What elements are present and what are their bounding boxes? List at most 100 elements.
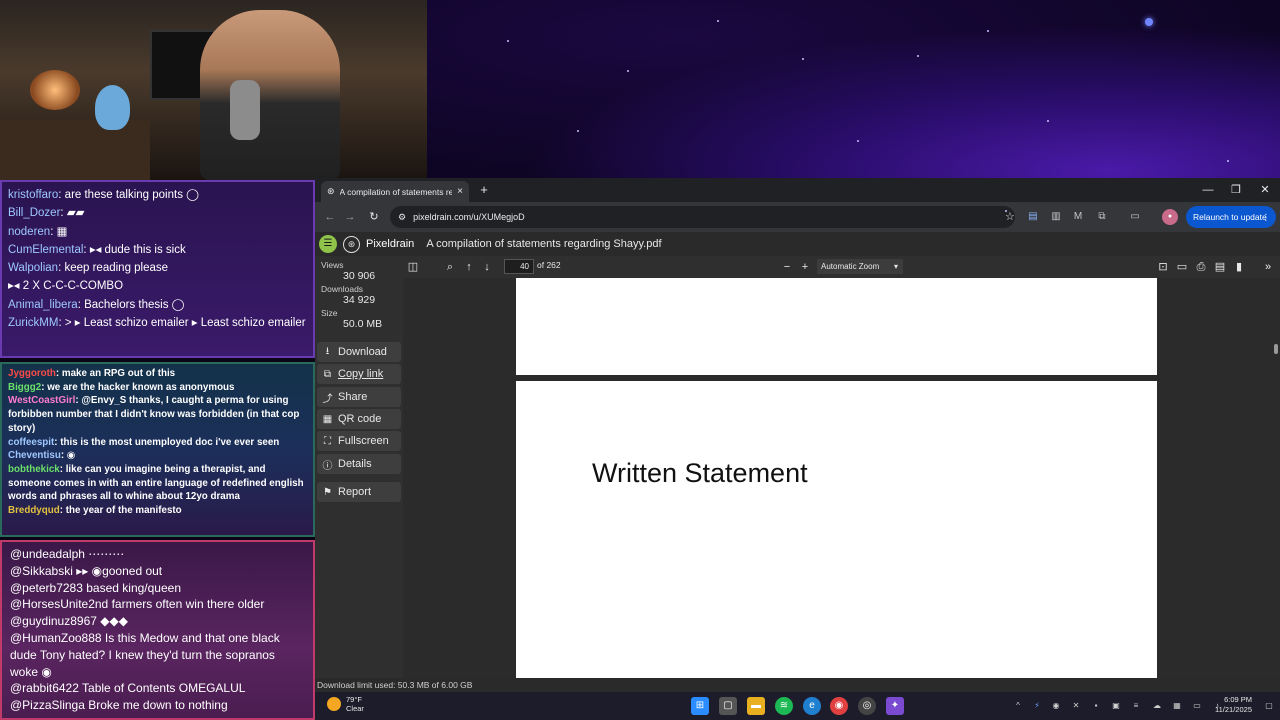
copy-link-button[interactable]: ⧉ Copy link: [317, 364, 401, 384]
weather-widget[interactable]: 79°F Clear: [327, 695, 364, 713]
open-file-icon[interactable]: ▭: [1174, 259, 1190, 275]
extension-trash-icon[interactable]: ▥: [1048, 209, 1064, 225]
report-button[interactable]: ⚑ Report: [317, 482, 401, 502]
scrollbar[interactable]: [1272, 278, 1280, 682]
pixeldrain-logo-icon[interactable]: ⊛: [343, 235, 360, 253]
profile-avatar[interactable]: ●: [1162, 209, 1178, 225]
tools-menu-icon[interactable]: »: [1260, 259, 1276, 275]
tray-app-icon[interactable]: ▣: [1110, 700, 1122, 712]
webcam-figurine: [95, 85, 130, 130]
tray-app-icon[interactable]: ☁: [1151, 700, 1163, 712]
zoom-select[interactable]: Automatic Zoom ▾: [817, 259, 903, 274]
weather-condition: Clear: [346, 704, 364, 713]
hamburger-menu-icon[interactable]: ☰: [319, 235, 337, 253]
details-button[interactable]: ⓘ Details: [317, 454, 401, 474]
flag-icon: ⚑: [323, 486, 332, 498]
media-control-icon[interactable]: ▭: [1127, 209, 1143, 225]
network-icon[interactable]: ▭: [1191, 700, 1203, 712]
tab-strip: ⊛ A compilation of statements re... × + …: [315, 178, 1280, 202]
size-label: Size: [321, 308, 338, 318]
maximize-icon[interactable]: ❐: [1222, 180, 1250, 200]
site-info-icon[interactable]: ⚙: [398, 212, 406, 223]
chat-panel-secondary: Jyggoroth: make an RPG out of this Biggg…: [0, 362, 315, 537]
pdf-heading: Written Statement: [592, 458, 808, 488]
webcam-streamer: [200, 10, 340, 180]
more-menu-icon[interactable]: ⋮: [1262, 212, 1271, 223]
forward-icon[interactable]: →: [341, 208, 359, 226]
fullscreen-button[interactable]: ⛶ Fullscreen: [317, 431, 401, 451]
chat-message: @rabbit6422 Table of Contents OMEGALUL: [10, 681, 246, 696]
chat-message: @Sikkabski ▸▸ ◉gooned out: [10, 563, 163, 578]
relaunch-button[interactable]: Relaunch to update ⋮: [1186, 206, 1276, 228]
page-number-input[interactable]: 40: [504, 259, 534, 274]
bookmark-icon[interactable]: ▮: [1231, 259, 1247, 275]
back-icon[interactable]: ←: [321, 208, 339, 226]
new-tab-icon[interactable]: +: [475, 181, 493, 199]
download-limit-bar: Download limit used: 50.3 MB of 6.00 GB: [315, 678, 1280, 692]
tray-app-icon[interactable]: ✕: [1070, 700, 1082, 712]
obs-icon[interactable]: ◎: [858, 697, 876, 715]
previous-page-icon[interactable]: ↑: [461, 259, 477, 275]
browser-tab[interactable]: ⊛ A compilation of statements re... ×: [321, 181, 469, 202]
clock[interactable]: 6:09 PM 11/21/2025: [1215, 695, 1252, 715]
close-tab-icon[interactable]: ×: [457, 186, 463, 197]
temperature: 79°F: [346, 695, 362, 704]
download-button[interactable]: ⭳ Download: [317, 342, 401, 362]
chat-message: bobthekick: like can you imagine being a…: [8, 463, 304, 503]
chat-message: Bill_Dozer: ▰▰: [8, 207, 85, 220]
share-button[interactable]: ⤴ Share: [317, 387, 401, 407]
pixeldrain-header: ☰ ⊛ Pixeldrain A compilation of statemen…: [315, 232, 1280, 256]
extensions-puzzle-icon[interactable]: ⧉: [1094, 209, 1110, 225]
clock-date: 11/21/2025: [1215, 705, 1252, 714]
next-page-icon[interactable]: ↓: [479, 259, 495, 275]
minimize-icon[interactable]: —: [1194, 180, 1222, 200]
extension-m-icon[interactable]: M: [1070, 209, 1086, 225]
pdf-toolbar: ◫ ⌕ ↑ ↓ 40 of 262 − + Automatic Zoom ▾ ⊡…: [403, 256, 1280, 278]
spotify-icon[interactable]: ≋: [775, 697, 793, 715]
chat-message: ZurickMM: > ▸ Least schizo emailer ▸ Lea…: [8, 317, 306, 330]
print-icon[interactable]: ⎙: [1193, 259, 1209, 275]
search-icon[interactable]: ⌕: [442, 259, 458, 275]
url-text: pixeldrain.com/u/XUMegjoD: [413, 212, 525, 222]
edge-icon[interactable]: e: [803, 697, 821, 715]
pdf-viewer[interactable]: Written Statement: [403, 278, 1280, 682]
pixeldrain-brand[interactable]: Pixeldrain: [366, 238, 414, 250]
file-name: A compilation of statements regarding Sh…: [426, 238, 662, 250]
qr-code-button[interactable]: ▦ QR code: [317, 409, 401, 429]
tray-app-icon[interactable]: ⚡: [1031, 700, 1043, 712]
tray-chevron-icon[interactable]: ^: [1012, 700, 1024, 712]
start-icon[interactable]: ⊞: [691, 697, 709, 715]
chat-message: Biggg2: we are the hacker known as anony…: [8, 381, 235, 393]
chat-message: @HumanZoo888 Is this Medow and that one …: [10, 630, 280, 679]
tray-app-icon[interactable]: ≡: [1130, 700, 1142, 712]
extension-doc-icon[interactable]: ▤: [1025, 209, 1041, 225]
presentation-icon[interactable]: ⊡: [1155, 259, 1171, 275]
zoom-out-icon[interactable]: −: [779, 259, 795, 275]
chrome-icon[interactable]: ◉: [830, 697, 848, 715]
webcam-lamp: [30, 70, 80, 110]
reload-icon[interactable]: ↻: [365, 208, 383, 226]
sidebar-toggle-icon[interactable]: ◫: [405, 259, 421, 275]
tray-app-icon[interactable]: ▦: [1171, 700, 1183, 712]
file-sidebar: Views 30 906 Downloads 34 929 Size 50.0 …: [315, 256, 403, 684]
chat-panel-youtube: @undeadalph ⋯⋯⋯ @Sikkabski ▸▸ ◉gooned ou…: [0, 540, 315, 720]
chat-message: CumElemental: ▸◂ dude this is sick: [8, 243, 186, 256]
bookmark-star-icon[interactable]: ☆: [1005, 210, 1015, 223]
zoom-in-icon[interactable]: +: [797, 259, 813, 275]
close-window-icon[interactable]: ✕: [1251, 180, 1279, 200]
file-size: 50.0 MB: [343, 318, 383, 330]
tray-app-icon[interactable]: ▪: [1090, 700, 1102, 712]
relaunch-label: Relaunch to update: [1193, 212, 1267, 222]
address-bar[interactable]: ⚙ pixeldrain.com/u/XUMegjoD ☆: [390, 206, 1015, 228]
chevron-down-icon: ▾: [893, 262, 898, 271]
app-icon[interactable]: ✦: [886, 697, 904, 715]
tray-app-icon[interactable]: ◉: [1050, 700, 1062, 712]
notifications-icon[interactable]: ▢: [1263, 700, 1275, 712]
save-icon[interactable]: ▤: [1212, 259, 1228, 275]
space-background: [427, 0, 1280, 180]
file-explorer-icon[interactable]: ▬: [747, 697, 765, 715]
task-view-icon[interactable]: ▢: [719, 697, 737, 715]
chat-message: ▸◂ 2 X C-C-C-COMBO: [8, 280, 124, 293]
scrollbar-thumb[interactable]: [1274, 344, 1278, 354]
fullscreen-icon: ⛶: [324, 435, 331, 447]
